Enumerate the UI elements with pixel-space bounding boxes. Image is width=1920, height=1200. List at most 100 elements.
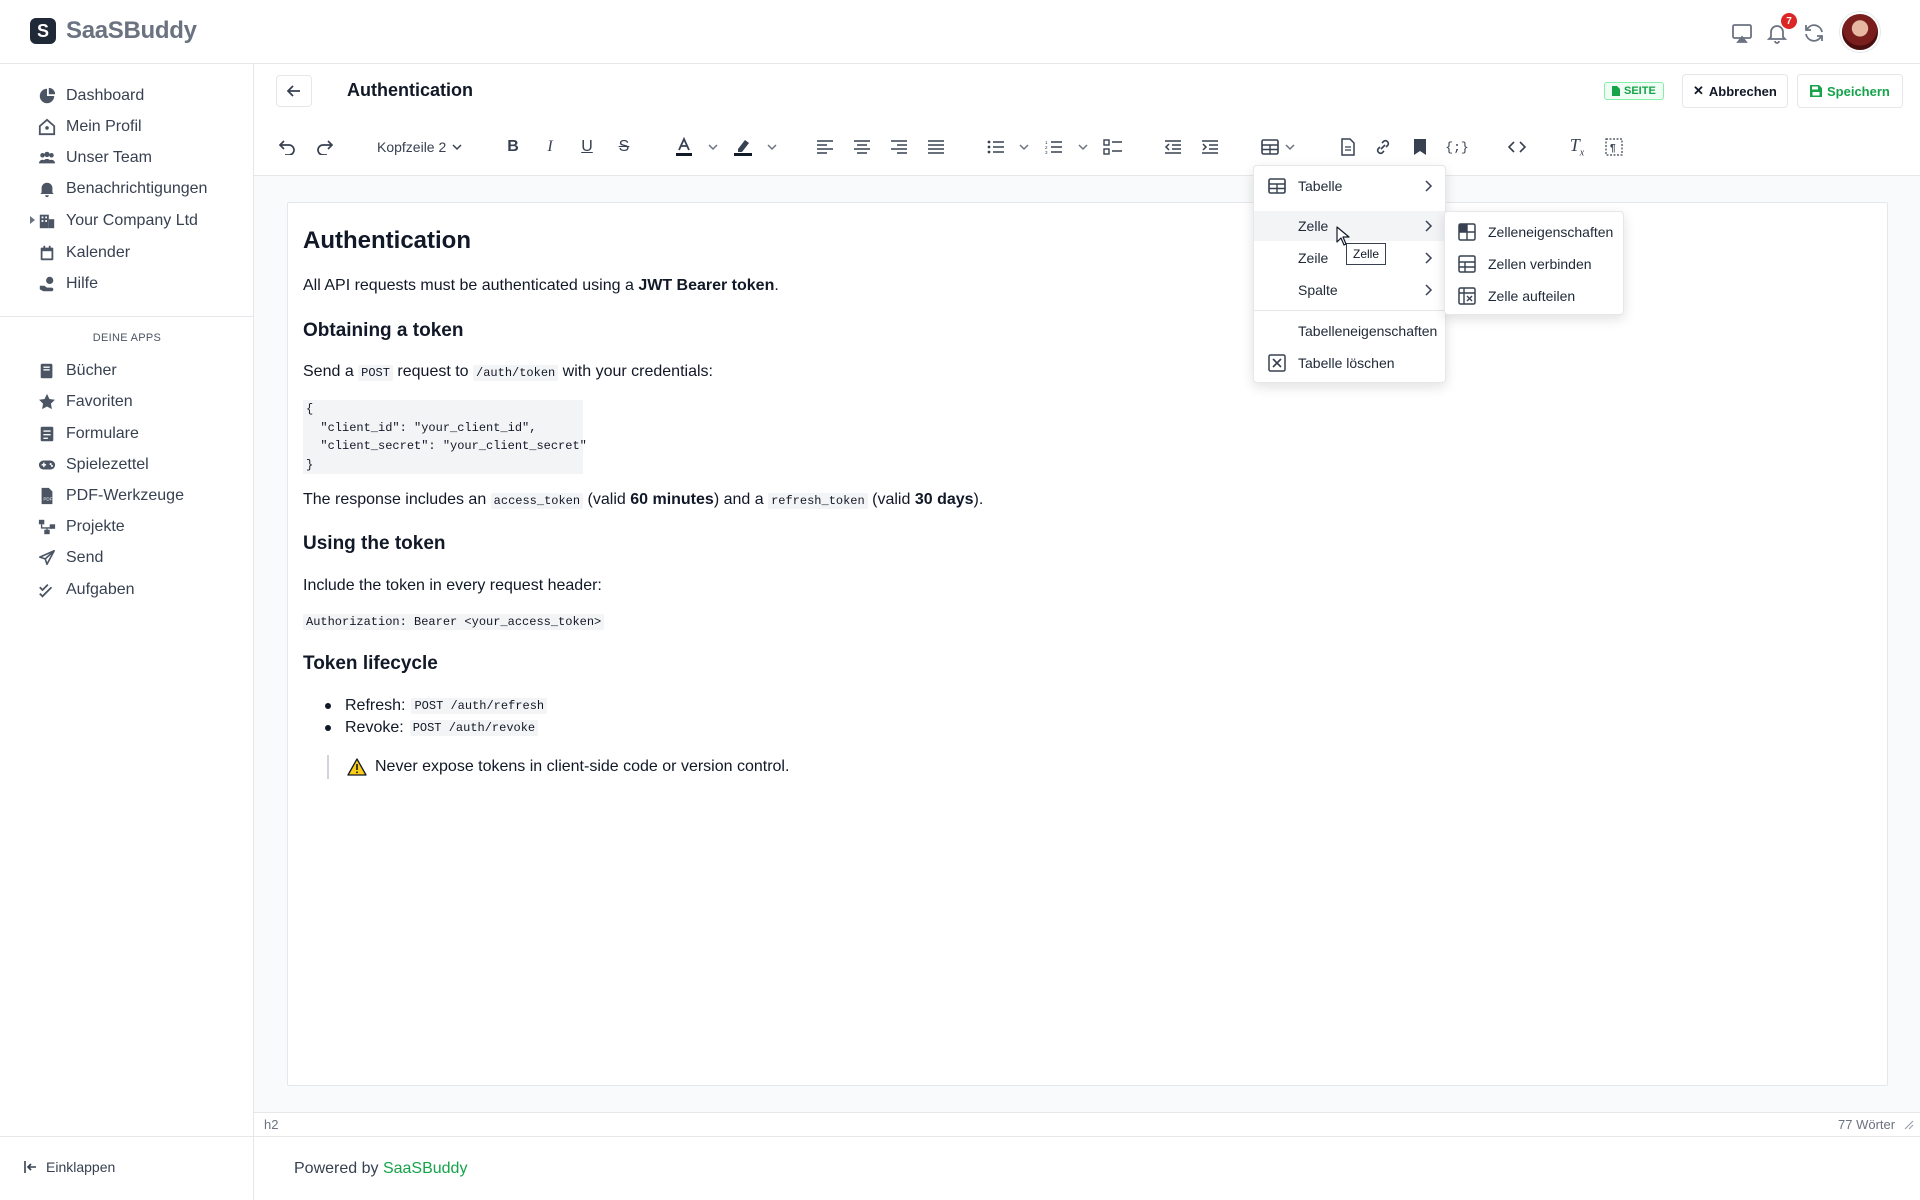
table-button[interactable] xyxy=(1257,134,1283,160)
menu-item-delete-table[interactable]: Tabelle löschen xyxy=(1254,348,1445,378)
sidebar-item-label: Spielezettel xyxy=(66,456,149,473)
book-icon xyxy=(40,363,53,379)
clear-formatting-button[interactable]: Tx xyxy=(1564,134,1590,160)
sidebar-item-forms[interactable]: Formulare xyxy=(38,422,139,446)
checklist-button[interactable] xyxy=(1100,134,1126,160)
bold-button[interactable]: B xyxy=(500,134,526,160)
text-color-button[interactable] xyxy=(671,134,697,160)
chevron-down-icon[interactable] xyxy=(1018,140,1030,154)
editor-header xyxy=(254,64,1920,118)
sidebar-item-help[interactable]: Hilfe xyxy=(38,272,98,296)
sidebar-item-company[interactable]: Your Company Ltd xyxy=(30,209,198,233)
document-canvas[interactable] xyxy=(287,202,1888,1086)
italic-icon: I xyxy=(547,138,553,155)
send-text: with your credentials: xyxy=(558,363,713,380)
save-icon xyxy=(1810,85,1822,97)
redo-button[interactable] xyxy=(312,134,338,160)
sidebar-item-profile[interactable]: Mein Profil xyxy=(38,115,142,139)
sidebar-item-label: Send xyxy=(66,549,104,566)
send-text: Send a xyxy=(303,363,359,380)
pie-chart-icon xyxy=(39,87,56,104)
align-left-button[interactable] xyxy=(812,134,838,160)
underline-icon: U xyxy=(581,138,593,155)
sidebar-item-label: Bücher xyxy=(66,362,117,379)
resize-handle-icon[interactable] xyxy=(1904,1120,1914,1130)
bullet-list-icon xyxy=(987,140,1004,154)
menu-item-column[interactable]: Spalte xyxy=(1254,275,1445,305)
menu-item-table-properties[interactable]: Tabelleneigenschaften xyxy=(1254,316,1445,346)
element-path[interactable]: h2 xyxy=(264,1117,278,1132)
code-sample-button[interactable]: {;} xyxy=(1444,134,1470,160)
collapse-sidebar-button[interactable]: Einklappen xyxy=(24,1159,115,1175)
gamepad-icon xyxy=(38,460,56,470)
sidebar-item-games[interactable]: Spielezettel xyxy=(38,453,149,477)
undo-button[interactable] xyxy=(274,134,300,160)
chevron-down-icon[interactable] xyxy=(707,140,719,154)
align-justify-button[interactable] xyxy=(923,134,949,160)
sidebar-item-team[interactable]: Unser Team xyxy=(38,146,152,170)
inline-code: POST /auth/refresh xyxy=(411,698,548,714)
sidebar-item-dashboard[interactable]: Dashboard xyxy=(38,84,144,108)
warning-icon xyxy=(347,758,367,776)
footer-link[interactable]: SaaSBuddy xyxy=(383,1160,468,1177)
list-item-label: Revoke: xyxy=(345,719,404,736)
align-center-button[interactable] xyxy=(849,134,875,160)
underline-button[interactable]: U xyxy=(574,134,600,160)
back-button[interactable] xyxy=(276,75,312,107)
strikethrough-button[interactable]: S xyxy=(611,134,637,160)
bookmark-icon xyxy=(1414,139,1426,155)
sidebar-item-books[interactable]: Bücher xyxy=(38,359,117,383)
align-right-button[interactable] xyxy=(886,134,912,160)
italic-button[interactable]: I xyxy=(537,134,563,160)
chevron-down-icon[interactable] xyxy=(766,140,778,154)
brand[interactable]: S SaaSBuddy xyxy=(30,17,197,45)
bullet-list-button[interactable] xyxy=(983,134,1009,160)
svg-text:PDF: PDF xyxy=(43,497,52,502)
text-color-icon xyxy=(676,137,692,156)
inline-code: refresh_token xyxy=(768,493,868,509)
chevron-down-icon[interactable] xyxy=(1284,140,1296,154)
numbered-list-button[interactable]: 123 xyxy=(1041,134,1067,160)
source-code-button[interactable] xyxy=(1504,134,1530,160)
refresh-icon[interactable] xyxy=(1802,21,1826,45)
link-button[interactable] xyxy=(1370,134,1396,160)
svg-text:3: 3 xyxy=(1045,150,1048,154)
sidebar-item-favorites[interactable]: Favoriten xyxy=(38,390,133,414)
chevron-down-icon[interactable] xyxy=(1077,140,1089,154)
sidebar-item-send[interactable]: Send xyxy=(38,546,103,570)
split-cell-icon xyxy=(1458,287,1476,305)
indent-button[interactable] xyxy=(1197,134,1223,160)
table-icon xyxy=(1261,139,1279,155)
show-blocks-button[interactable]: ¶ xyxy=(1601,134,1627,160)
sidebar-item-calendar[interactable]: Kalender xyxy=(38,241,130,265)
document-icon xyxy=(1612,86,1620,96)
cast-icon[interactable] xyxy=(1730,21,1754,45)
cancel-button[interactable]: ✕ Abbrechen xyxy=(1682,74,1788,108)
editor-statusbar xyxy=(254,1112,1920,1136)
menu-item-split-cell[interactable]: Zelle aufteilen xyxy=(1445,281,1623,311)
brand-logo-icon: S xyxy=(30,18,56,44)
bookmark-button[interactable] xyxy=(1407,134,1433,160)
menu-item-label: Spalte xyxy=(1298,282,1338,298)
svg-text:¶: ¶ xyxy=(1610,143,1616,154)
outdent-button[interactable] xyxy=(1160,134,1186,160)
sidebar-item-tasks[interactable]: Aufgaben xyxy=(38,578,135,602)
menu-item-merge-cells[interactable]: Zellen verbinden xyxy=(1445,249,1623,279)
top-bar xyxy=(0,0,1920,64)
sidebar-item-notifications[interactable]: Benachrichtigungen xyxy=(38,177,207,201)
code-block: { "client_id": "your_client_id", "client… xyxy=(303,400,587,474)
sidebar-item-projects[interactable]: Projekte xyxy=(38,515,125,539)
block-format-select[interactable]: Kopfzeile 2 xyxy=(377,134,462,160)
word-count[interactable]: 77 Wörter xyxy=(1838,1117,1895,1132)
highlight-color-button[interactable] xyxy=(730,134,756,160)
menu-item-table[interactable]: Tabelle xyxy=(1254,171,1445,201)
insert-template-button[interactable] xyxy=(1335,134,1361,160)
save-button[interactable]: Speichern xyxy=(1797,74,1903,108)
user-avatar[interactable] xyxy=(1840,12,1880,52)
menu-item-cell-properties[interactable]: Zelleneigenschaften xyxy=(1445,217,1623,247)
resp-text: ) and a xyxy=(713,491,769,508)
expand-caret-icon[interactable] xyxy=(30,216,35,224)
building-icon xyxy=(39,214,55,229)
sidebar-item-pdf-tools[interactable]: PDF PDF-Werkzeuge xyxy=(38,484,184,508)
intro-text: All API requests must be authenticated u… xyxy=(303,277,639,294)
